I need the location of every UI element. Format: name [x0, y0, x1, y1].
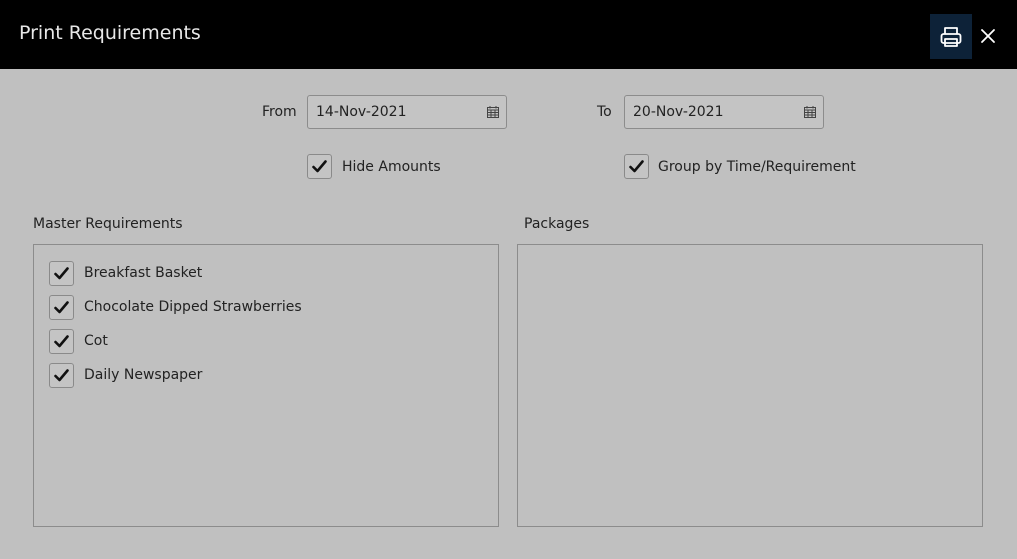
checkmark-icon	[54, 369, 69, 382]
hide-amounts-checkbox[interactable]	[307, 154, 332, 179]
dialog-title: Print Requirements	[19, 22, 201, 44]
checkmark-icon	[54, 301, 69, 314]
requirement-checkbox[interactable]	[49, 329, 74, 354]
checkmark-icon	[54, 267, 69, 280]
calendar-icon[interactable]	[804, 106, 816, 118]
from-date-input[interactable]: 14-Nov-2021	[307, 95, 507, 129]
from-label: From	[262, 104, 297, 120]
master-requirements-list[interactable]: Breakfast Basket Chocolate Dipped Strawb…	[33, 244, 499, 527]
packages-list[interactable]	[517, 244, 983, 527]
checkmark-icon	[54, 335, 69, 348]
print-button[interactable]	[930, 14, 972, 59]
requirement-checkbox[interactable]	[49, 295, 74, 320]
from-date-value: 14-Nov-2021	[316, 104, 407, 120]
master-requirements-label: Master Requirements	[33, 216, 183, 232]
requirement-label: Cot	[84, 333, 108, 349]
checkmark-icon	[629, 160, 644, 173]
dialog-header: Print Requirements	[0, 0, 1017, 69]
requirement-label: Daily Newspaper	[84, 367, 203, 383]
to-date-value: 20-Nov-2021	[633, 104, 724, 120]
group-by-label: Group by Time/Requirement	[658, 159, 856, 175]
checkmark-icon	[312, 160, 327, 173]
close-button[interactable]	[977, 25, 999, 47]
hide-amounts-label: Hide Amounts	[342, 159, 441, 175]
printer-icon	[940, 26, 962, 47]
to-date-input[interactable]: 20-Nov-2021	[624, 95, 824, 129]
to-label: To	[597, 104, 612, 120]
calendar-icon[interactable]	[487, 106, 499, 118]
packages-label: Packages	[524, 216, 590, 232]
requirement-label: Breakfast Basket	[84, 265, 203, 281]
requirement-checkbox[interactable]	[49, 261, 74, 286]
close-icon	[981, 29, 995, 43]
group-by-checkbox[interactable]	[624, 154, 649, 179]
requirement-checkbox[interactable]	[49, 363, 74, 388]
requirement-label: Chocolate Dipped Strawberries	[84, 299, 302, 315]
